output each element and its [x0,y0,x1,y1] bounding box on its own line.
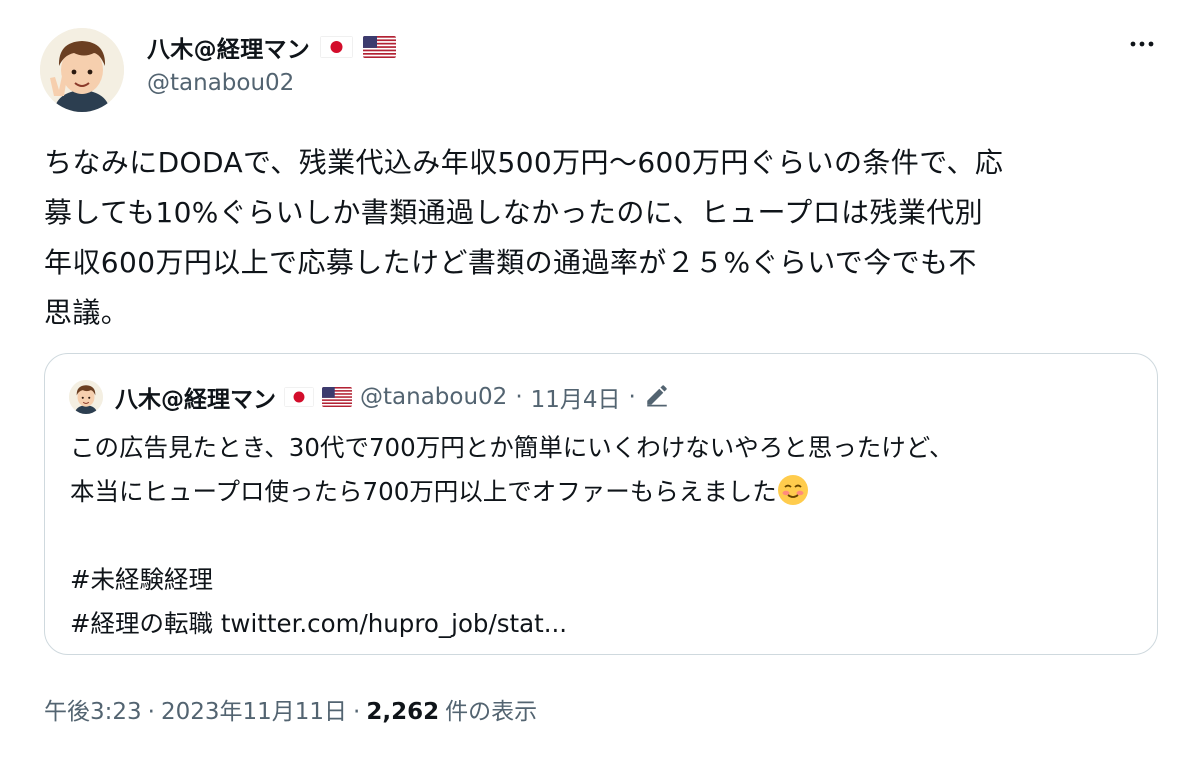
tweet-text: ちなみにDODAで、残業代込み年収500万円～600万円ぐらいの条件で、応 募し… [44,146,1004,329]
japan-flag-icon [320,36,354,58]
more-dots-icon [1130,41,1154,47]
usa-flag-icon [322,387,352,407]
views-label: 件の表示 [445,699,538,725]
quoted-handle: @tanabou02 [360,384,508,410]
quoted-tweet[interactable]: 八木@経理マン @tanabou02 · 11月4日 · この広告見たとき、30… [44,353,1158,655]
usa-flag-icon [363,36,397,58]
author-name-row: 八木@経理マン [147,30,397,64]
tweet-time[interactable]: 午後3:23 [44,692,142,726]
separator-dot: · [628,384,636,410]
separator-dot: · [353,699,361,725]
hashtag-link[interactable]: #未経験経理 [70,565,213,594]
url-link[interactable]: twitter.com/hupro_job/stat... [221,609,567,638]
author-avatar[interactable] [40,28,124,112]
author-handle[interactable]: @tanabou02 [147,70,294,96]
avatar-illustration [40,28,124,112]
quoted-display-name: 八木@経理マン [115,387,276,413]
quoted-line-2: 本当にヒュープロ使ったら700万円以上でオファーもらえました [70,477,777,506]
japan-flag-icon [284,387,314,407]
tweet-card: 八木@経理マン @tanabou02 ちなみにDODAで、残業代込み年収500万… [0,0,1188,762]
hashtag-link[interactable]: #経理の転職 [70,609,213,638]
more-options-button[interactable] [1124,30,1160,58]
separator-dot: · [515,384,523,410]
quoted-line-1: この広告見たとき、30代で700万円とか簡単にいくわけないやろと思ったけど、 [70,433,954,462]
author-display-name[interactable]: 八木@経理マン [147,30,310,64]
quoted-author-avatar [69,380,103,414]
quoted-header: 八木@経理マン @tanabou02 · 11月4日 · [115,380,670,414]
edited-pencil-icon [644,382,670,412]
separator-dot: · [147,699,155,725]
smiling-face-emoji-icon [777,474,809,506]
views-count: 2,262 [366,699,440,725]
quoted-text: この広告見たとき、30代で700万円とか簡単にいくわけないやろと思ったけど、 本… [70,426,1140,646]
avatar-illustration [69,380,103,414]
quoted-date: 11月4日 [530,387,621,413]
tweet-meta: 午後3:23 · 2023年11月11日 · 2,262 件の表示 [44,692,537,726]
tweet-date[interactable]: 2023年11月11日 [161,692,347,726]
